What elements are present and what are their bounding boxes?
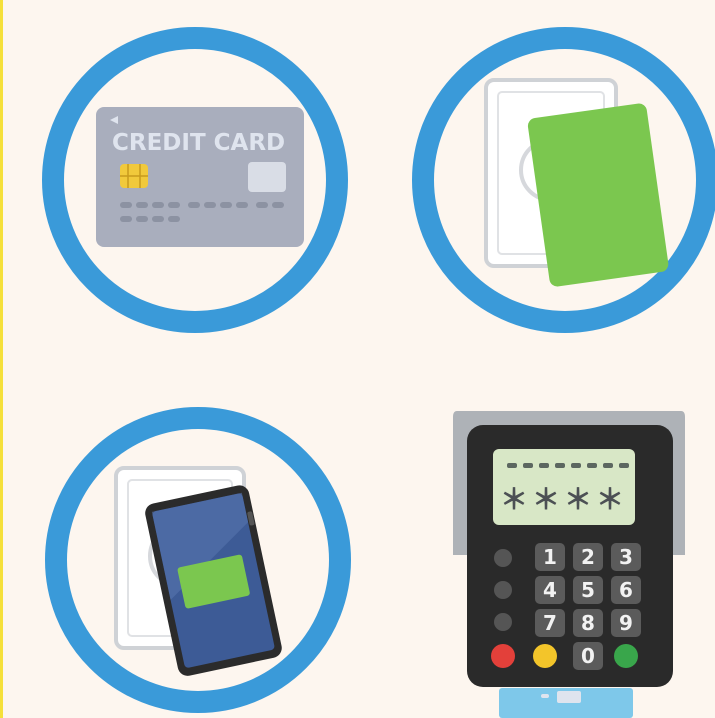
key-0-label: 0 <box>581 644 595 668</box>
key-9-label: 9 <box>619 611 633 635</box>
credit-card-icon: CREDIT CARD <box>42 27 348 333</box>
smartphone-payment-icon <box>45 407 351 713</box>
key-6-label: 6 <box>619 578 633 602</box>
payment-methods-illustration: CREDIT CARD ＊＊＊＊ 1 2 3 4 5 6 7 8 9 0 <box>0 0 715 718</box>
key-3-label: 3 <box>619 545 633 569</box>
key-4-label: 4 <box>543 578 557 602</box>
clear-button[interactable] <box>533 644 557 668</box>
key-1-label: 1 <box>543 545 557 569</box>
green-card <box>527 103 669 287</box>
key-5-label: 5 <box>581 578 595 602</box>
key-7-label: 7 <box>543 611 557 635</box>
left-border <box>0 0 3 718</box>
masked-pin: ＊＊＊＊ <box>500 483 628 516</box>
card-terminal-icon: ＊＊＊＊ 1 2 3 4 5 6 7 8 9 0 <box>453 411 685 718</box>
key-8-label: 8 <box>581 611 595 635</box>
card-label: CREDIT CARD <box>112 130 285 156</box>
cancel-button[interactable] <box>491 644 515 668</box>
contactless-card-icon <box>412 27 715 333</box>
hologram <box>248 162 286 192</box>
key-2-label: 2 <box>581 545 595 569</box>
enter-button[interactable] <box>614 644 638 668</box>
